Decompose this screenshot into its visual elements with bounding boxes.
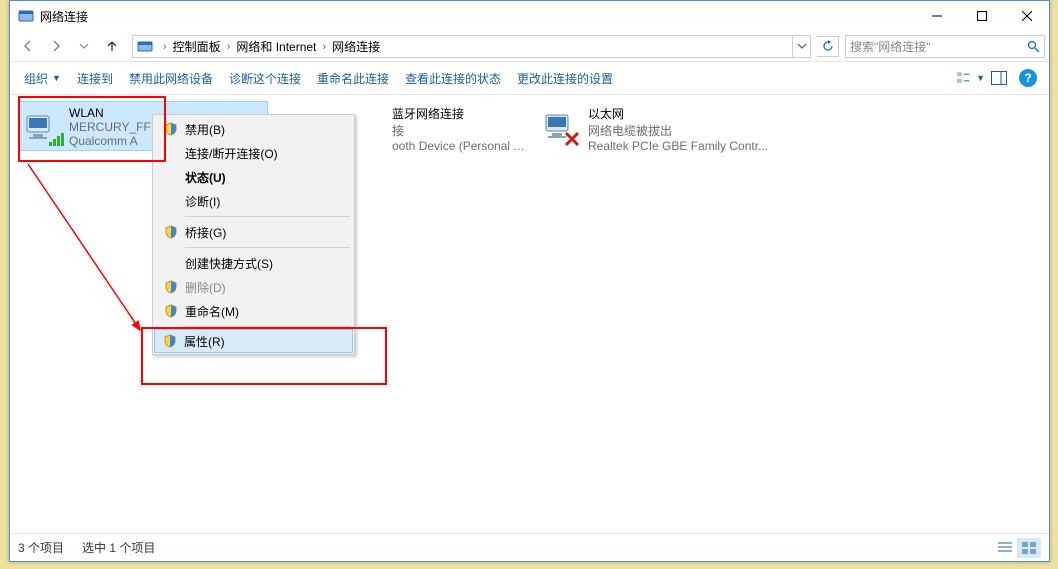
search-input[interactable]: 搜索"网络连接" [845, 35, 1045, 58]
ctx-disable[interactable]: 禁用(B) [155, 117, 352, 141]
item-title: 以太网 [588, 105, 768, 122]
shield-icon [161, 225, 181, 239]
nav-forward-button[interactable] [42, 34, 70, 58]
window-app-icon [18, 8, 34, 24]
view-tiles-button[interactable] [1017, 538, 1041, 558]
item-subtitle: 接 [392, 122, 532, 139]
ctx-separator [185, 326, 350, 327]
ctx-shortcut[interactable]: 创建快捷方式(S) [155, 251, 352, 275]
cmd-rename[interactable]: 重命名此连接 [309, 66, 397, 91]
network-icon [540, 103, 588, 151]
breadcrumb-icon [137, 38, 153, 54]
titlebar: 网络连接 [10, 1, 1049, 31]
breadcrumb-item[interactable]: 控制面板 [173, 38, 221, 55]
ctx-diagnose[interactable]: 诊断(I) [155, 189, 352, 213]
nav-up-button[interactable] [98, 34, 126, 58]
breadcrumb-item[interactable]: 网络和 Internet [236, 38, 316, 55]
ctx-status[interactable]: 状态(U) [155, 165, 352, 189]
ctx-properties[interactable]: 属性(R) [154, 329, 353, 353]
nav-back-button[interactable] [14, 34, 42, 58]
ctx-delete[interactable]: 删除(D) [155, 275, 352, 299]
cmd-connect-to[interactable]: 连接到 [69, 66, 121, 91]
breadcrumb[interactable]: › 控制面板 › 网络和 Internet › 网络连接 [132, 35, 811, 58]
address-bar-row: › 控制面板 › 网络和 Internet › 网络连接 搜索"网络连接" [10, 31, 1049, 61]
minimize-button[interactable] [914, 1, 959, 31]
network-icon [21, 104, 69, 152]
view-details-button[interactable] [993, 538, 1017, 558]
shield-icon [161, 304, 181, 318]
network-item-ethernet[interactable]: 以太网 网络电缆被拔出 Realtek PCIe GBE Family Cont… [538, 101, 788, 151]
refresh-button[interactable] [817, 36, 839, 57]
chevron-right-icon[interactable]: › [227, 40, 231, 53]
window-title: 网络连接 [40, 8, 88, 25]
item-adapter: Qualcomm A [69, 134, 151, 148]
breadcrumb-item[interactable]: 网络连接 [332, 38, 380, 55]
item-subtitle: MERCURY_FF [69, 120, 151, 134]
search-icon[interactable] [1022, 40, 1044, 53]
cmd-diagnose[interactable]: 诊断这个连接 [221, 66, 309, 91]
preview-pane-button[interactable] [985, 66, 1013, 90]
item-title: 蓝牙网络连接 [392, 105, 532, 122]
item-adapter: Realtek PCIe GBE Family Contr... [588, 139, 768, 153]
ctx-rename[interactable]: 重命名(M) [155, 299, 352, 323]
chevron-right-icon[interactable]: › [163, 40, 167, 53]
ctx-bridge[interactable]: 桥接(G) [155, 220, 352, 244]
search-placeholder: 搜索"网络连接" [850, 38, 931, 55]
view-options-button[interactable]: ▼ [957, 66, 985, 90]
command-bar: 组织▼ 连接到 禁用此网络设备 诊断这个连接 重命名此连接 查看此连接的状态 更… [10, 61, 1049, 95]
status-selection: 选中 1 个项目 [82, 539, 155, 556]
ctx-separator [185, 247, 350, 248]
cmd-organize[interactable]: 组织▼ [16, 66, 69, 91]
shield-icon [160, 334, 180, 348]
item-adapter: ooth Device (Personal Ar... [392, 139, 532, 153]
shield-icon [161, 122, 181, 136]
close-button[interactable] [1004, 1, 1049, 31]
breadcrumb-dropdown[interactable] [792, 36, 810, 57]
context-menu: 禁用(B) 连接/断开连接(O) 状态(U) 诊断(I) 桥接(G) 创建快捷方… [152, 114, 355, 355]
ctx-separator [185, 216, 350, 217]
cmd-view-status[interactable]: 查看此连接的状态 [397, 66, 509, 91]
status-bar: 3 个项目 选中 1 个项目 [10, 533, 1049, 561]
status-count: 3 个项目 [18, 539, 64, 556]
cmd-disable-device[interactable]: 禁用此网络设备 [121, 66, 221, 91]
item-title: WLAN [69, 106, 151, 120]
nav-recent-dropdown[interactable] [70, 34, 98, 58]
shield-icon [161, 280, 181, 294]
help-button[interactable]: ? [1019, 69, 1037, 87]
chevron-right-icon[interactable]: › [322, 40, 326, 53]
cmd-change-settings[interactable]: 更改此连接的设置 [509, 66, 621, 91]
ctx-connect-disconnect[interactable]: 连接/断开连接(O) [155, 141, 352, 165]
item-subtitle: 网络电缆被拔出 [588, 122, 768, 139]
maximize-button[interactable] [959, 1, 1004, 31]
